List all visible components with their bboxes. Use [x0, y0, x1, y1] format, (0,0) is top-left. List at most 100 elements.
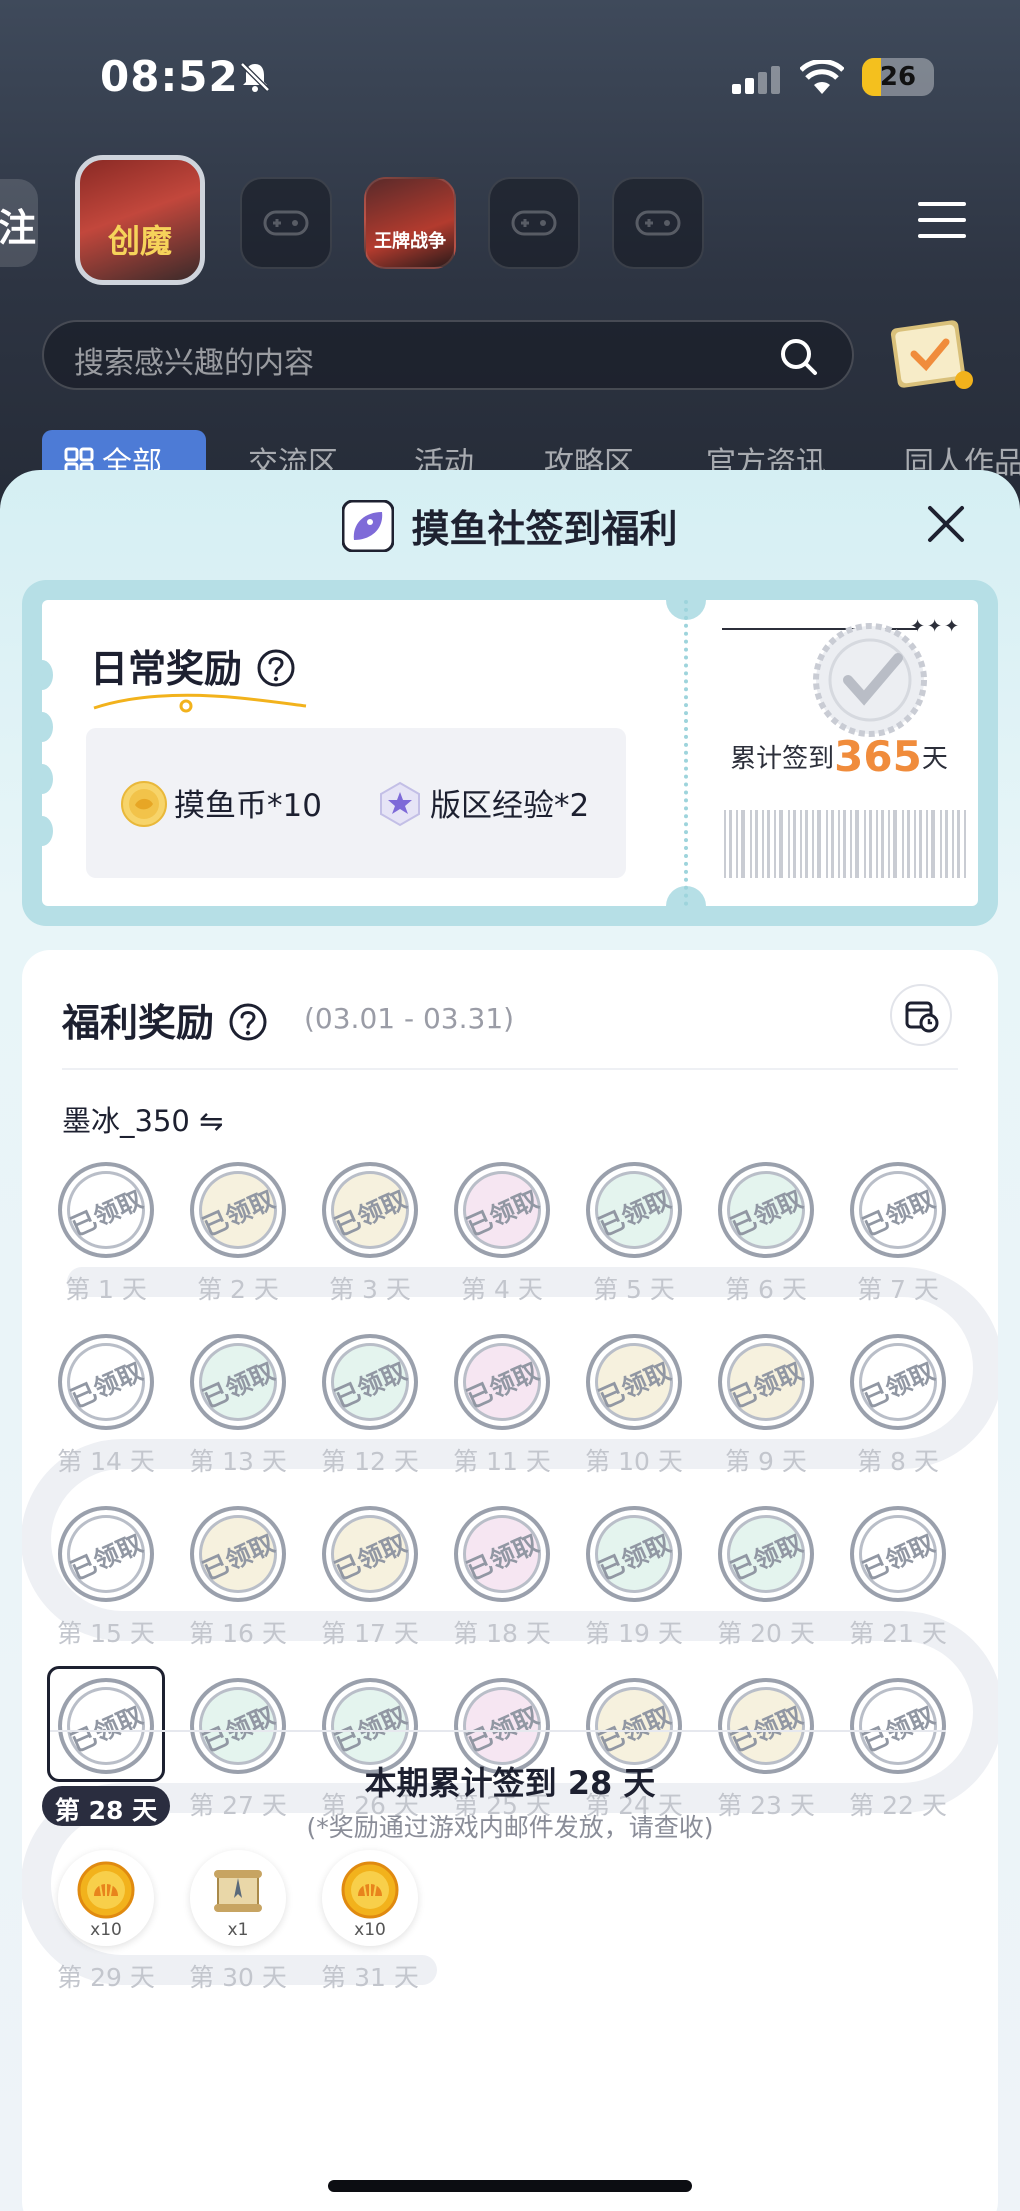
day-label: 第 5 天 — [593, 1275, 675, 1304]
clock: 08:52 — [100, 52, 239, 101]
calendar-day[interactable]: 已领取第 12 天 — [314, 1334, 424, 1484]
daily-reward-item: 摸鱼币*10 — [120, 780, 322, 828]
calendar-day[interactable]: 已领取第 23 天 — [710, 1678, 820, 1828]
calendar-day[interactable]: x10 第 29 天 — [50, 1850, 160, 2000]
help-icon[interactable] — [228, 1002, 268, 1042]
calendar-day[interactable]: x10 第 31 天 — [314, 1850, 424, 2000]
game-switcher: 注 创魔 王牌战争 — [0, 155, 1020, 285]
daily-reward-exp-label: 版区经验*2 — [430, 788, 590, 824]
day-label: 第 2 天 — [197, 1275, 279, 1304]
day-label: 第 17 天 — [321, 1619, 419, 1648]
claimed-badge: 已领取 — [190, 1506, 286, 1602]
claimed-badge: 已领取 — [850, 1334, 946, 1430]
calendar-day[interactable]: 已领取第 3 天 — [314, 1162, 424, 1312]
home-indicator[interactable] — [328, 2180, 692, 2192]
calendar-day[interactable]: 已领取第 4 天 — [446, 1162, 556, 1312]
calendar-day[interactable]: 已领取第 6 天 — [710, 1162, 820, 1312]
barcode-bar — [964, 810, 966, 878]
search-icon[interactable] — [778, 336, 818, 376]
barcode-bar — [826, 810, 828, 878]
calendar-day[interactable]: 已领取第 7 天 — [842, 1162, 952, 1312]
game-icon-placeholder[interactable] — [488, 177, 580, 269]
barcode-bar — [767, 810, 770, 878]
streak-prefix: 累计签到 — [730, 744, 835, 774]
streak-counter: 累计签到365天 — [704, 732, 974, 781]
calendar-day[interactable]: 已领取第 18 天 — [446, 1506, 556, 1656]
barcode-bar — [762, 810, 764, 878]
calendar-day[interactable]: 已领取第 26 天 — [314, 1678, 424, 1828]
battery-percent: 26 — [879, 62, 917, 92]
calendar-day[interactable]: 已领取第 25 天 — [446, 1678, 556, 1828]
claimed-badge: 已领取 — [718, 1334, 814, 1430]
calendar-day[interactable]: 已领取第 28 天 — [42, 1666, 170, 1828]
calendar-day[interactable]: x1 第 30 天 — [182, 1850, 292, 2000]
search-input[interactable]: 搜索感兴趣的内容 — [42, 320, 854, 390]
claimed-badge: 已领取 — [586, 1162, 682, 1258]
calendar-day[interactable]: 已领取第 9 天 — [710, 1334, 820, 1484]
close-icon[interactable] — [920, 498, 972, 550]
status-bar: 08:52 26 — [0, 40, 1020, 110]
game-icon-placeholder[interactable] — [612, 177, 704, 269]
divider — [62, 1068, 958, 1070]
fish-coin-icon — [121, 781, 167, 827]
claimed-badge: 已领取 — [58, 1506, 154, 1602]
barcode-bar — [779, 810, 783, 878]
calendar-day[interactable]: 已领取第 19 天 — [578, 1506, 688, 1656]
ticket-scallop — [31, 712, 53, 742]
barcode-bar — [869, 810, 872, 878]
claimed-stamp: 已领取 — [726, 1184, 807, 1242]
history-button[interactable] — [890, 984, 952, 1046]
help-icon[interactable] — [256, 648, 296, 688]
claimed-badge: 已领取 — [586, 1506, 682, 1602]
sheet-title: 摸鱼社签到福利 — [411, 507, 678, 551]
claimed-stamp: 已领取 — [462, 1356, 543, 1414]
sheet-header: 摸鱼社签到福利 — [0, 470, 1020, 580]
game-icon-active[interactable]: 创魔 — [75, 155, 205, 285]
calendar-day[interactable]: 已领取第 22 天 — [842, 1678, 952, 1828]
calendar-day[interactable]: 已领取第 17 天 — [314, 1506, 424, 1656]
game-icon-kings[interactable]: 王牌战争 — [364, 177, 456, 269]
barcode-bar — [940, 810, 942, 878]
claimed-badge: 已领取 — [454, 1334, 550, 1430]
claimed-stamp: 已领取 — [726, 1356, 807, 1414]
calendar-day[interactable]: 已领取第 27 天 — [182, 1678, 292, 1828]
claimed-badge: 已领取 — [58, 1162, 154, 1258]
calendar-day[interactable]: 已领取第 8 天 — [842, 1334, 952, 1484]
calendar-day[interactable]: 已领取第 5 天 — [578, 1162, 688, 1312]
game-logo-text: 王牌战争 — [374, 231, 446, 252]
claimed-stamp: 已领取 — [198, 1184, 279, 1242]
claimed-stamp: 已领取 — [462, 1700, 543, 1758]
wifi-icon — [800, 60, 844, 94]
calendar-day[interactable]: 已领取第 2 天 — [182, 1162, 292, 1312]
claimed-stamp: 已领取 — [198, 1528, 279, 1586]
calendar-day[interactable]: 已领取第 10 天 — [578, 1334, 688, 1484]
reward-quantity: x1 — [227, 1920, 249, 1940]
claimed-badge: 已领取 — [454, 1162, 550, 1258]
calendar-day[interactable]: 已领取第 11 天 — [446, 1334, 556, 1484]
day-label: 第 30 天 — [189, 1963, 287, 1992]
calendar-day[interactable]: 已领取第 20 天 — [710, 1506, 820, 1656]
background-app: 08:52 26 注 创魔 王牌战争 搜索感兴趣的内容 全部 交流区 活动 攻略… — [0, 0, 1020, 520]
claimed-stamp: 已领取 — [462, 1184, 543, 1242]
calendar-day[interactable]: 已领取第 15 天 — [50, 1506, 160, 1656]
barcode-bar — [750, 810, 752, 878]
day-label: 第 9 天 — [725, 1447, 807, 1476]
game-icon-placeholder[interactable] — [240, 177, 332, 269]
claimed-badge: 已领取 — [718, 1506, 814, 1602]
calendar-day[interactable]: 已领取第 13 天 — [182, 1334, 292, 1484]
hamburger-menu-icon[interactable] — [918, 200, 966, 240]
account-switcher[interactable]: 墨冰_350 ⇋ — [62, 1098, 223, 1140]
game-tab-partial[interactable]: 注 — [0, 179, 38, 267]
gold-shell-coin-icon — [341, 1861, 399, 1919]
calendar-day[interactable]: 已领取第 14 天 — [50, 1334, 160, 1484]
barcode-bar — [793, 810, 796, 878]
calendar-day[interactable]: 已领取第 21 天 — [842, 1506, 952, 1656]
checkin-book-icon[interactable] — [884, 318, 976, 394]
calendar-day[interactable]: 已领取第 16 天 — [182, 1506, 292, 1656]
calendar-day[interactable]: 已领取第 24 天 — [578, 1678, 688, 1828]
calendar-day[interactable]: 已领取第 1 天 — [50, 1162, 160, 1312]
claimed-badge: 已领取 — [190, 1334, 286, 1430]
barcode-bar — [914, 810, 916, 878]
barcode-bar — [788, 810, 790, 878]
daily-reward-item: 版区经验*2 — [376, 780, 589, 828]
